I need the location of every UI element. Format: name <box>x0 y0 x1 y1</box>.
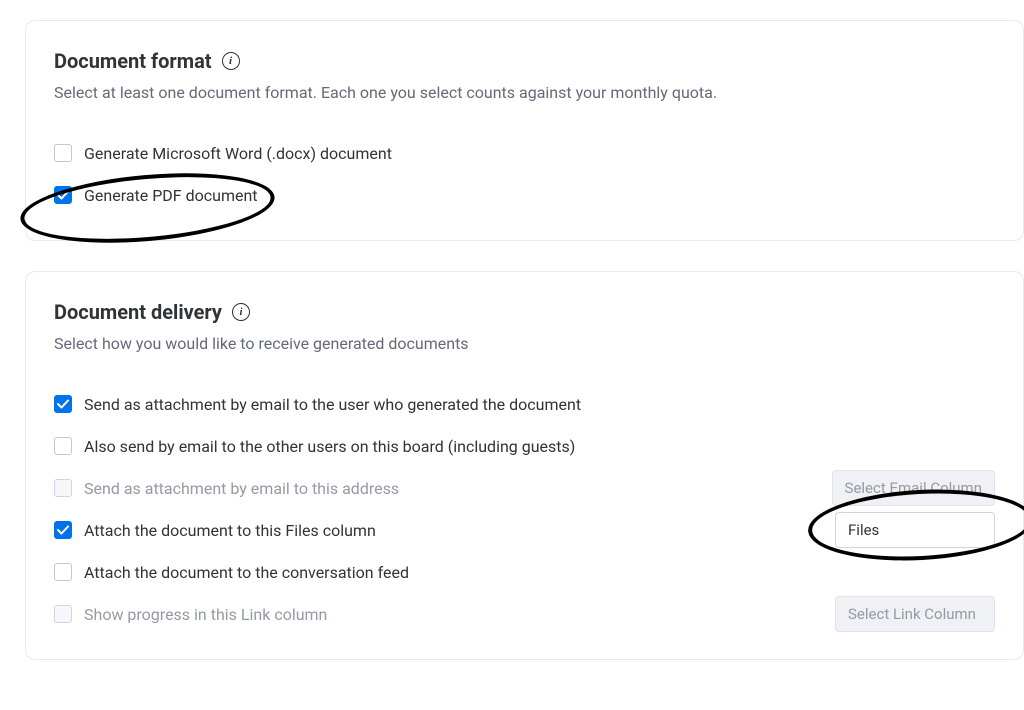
checkbox-generate-pdf[interactable] <box>54 186 72 204</box>
info-icon[interactable]: i <box>222 52 240 70</box>
card-title: Document delivery <box>54 300 222 324</box>
link-column-select[interactable]: Select Link Column <box>835 596 995 632</box>
card-header: Document delivery i <box>54 300 995 324</box>
check-icon <box>57 189 69 201</box>
format-options: Generate Microsoft Word (.docx) document… <box>54 132 995 216</box>
option-label: Show progress in this Link column <box>84 605 327 624</box>
option-label: Send as attachment by email to the user … <box>84 395 581 414</box>
option-email-self: Send as attachment by email to the user … <box>54 383 995 425</box>
check-icon <box>57 398 69 410</box>
option-show-progress-link: Show progress in this Link column Select… <box>54 593 995 635</box>
option-email-address: Send as attachment by email to this addr… <box>54 467 995 509</box>
option-label: Attach the document to the conversation … <box>84 563 409 582</box>
card-subtitle: Select at least one document format. Eac… <box>54 83 995 102</box>
option-label: Attach the document to this Files column <box>84 521 376 540</box>
checkbox-email-address[interactable] <box>54 479 72 497</box>
option-label: Generate Microsoft Word (.docx) document <box>84 144 392 163</box>
document-format-card: Document format i Select at least one do… <box>25 20 1024 241</box>
check-icon <box>57 524 69 536</box>
card-title: Document format <box>54 49 212 73</box>
checkbox-email-board-users[interactable] <box>54 437 72 455</box>
card-subtitle: Select how you would like to receive gen… <box>54 334 995 353</box>
document-delivery-card: Document delivery i Select how you would… <box>25 271 1024 660</box>
checkbox-email-self[interactable] <box>54 395 72 413</box>
delivery-options: Send as attachment by email to the user … <box>54 383 995 635</box>
checkbox-show-progress-link[interactable] <box>54 605 72 623</box>
info-icon[interactable]: i <box>232 303 250 321</box>
option-generate-pdf: Generate PDF document <box>54 174 995 216</box>
option-generate-docx: Generate Microsoft Word (.docx) document <box>54 132 995 174</box>
checkbox-attach-conversation[interactable] <box>54 563 72 581</box>
checkbox-attach-files-column[interactable] <box>54 521 72 539</box>
option-attach-conversation: Attach the document to the conversation … <box>54 551 995 593</box>
card-header: Document format i <box>54 49 995 73</box>
option-label: Generate PDF document <box>84 186 258 205</box>
option-email-board-users: Also send by email to the other users on… <box>54 425 995 467</box>
option-attach-files-column: Attach the document to this Files column… <box>54 509 995 551</box>
option-label: Send as attachment by email to this addr… <box>84 479 399 498</box>
files-column-select[interactable]: Files <box>835 512 995 548</box>
email-column-select[interactable]: Select Email Column <box>832 470 995 506</box>
option-label: Also send by email to the other users on… <box>84 437 575 456</box>
checkbox-generate-docx[interactable] <box>54 144 72 162</box>
